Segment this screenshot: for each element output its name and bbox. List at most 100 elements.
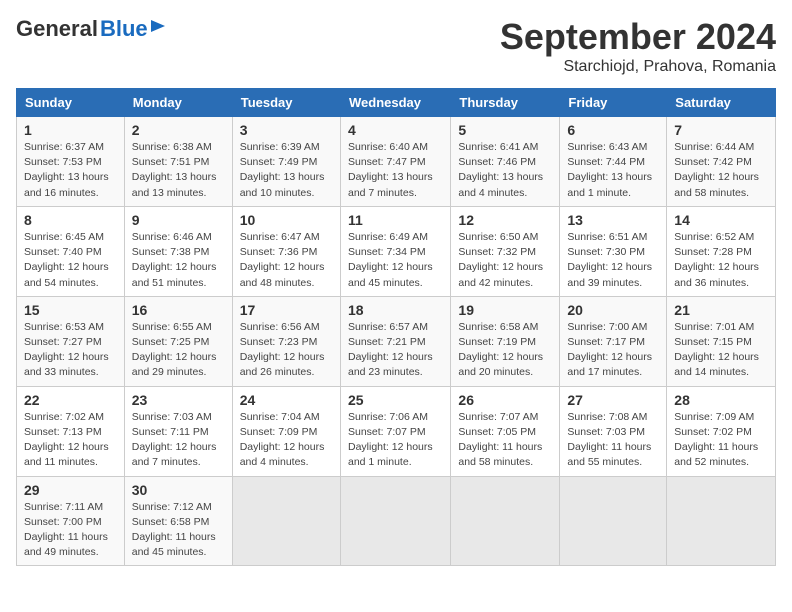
day-info: Sunrise: 6:45 AM Sunset: 7:40 PM Dayligh… <box>24 230 117 291</box>
day-info: Sunrise: 6:43 AM Sunset: 7:44 PM Dayligh… <box>567 140 659 201</box>
location-subtitle: Starchiojd, Prahova, Romania <box>500 58 776 76</box>
day-cell: 27 Sunrise: 7:08 AM Sunset: 7:03 PM Dayli… <box>560 386 667 476</box>
day-info: Sunrise: 7:11 AM Sunset: 7:00 PM Dayligh… <box>24 500 117 561</box>
day-number: 14 <box>674 212 768 228</box>
day-number: 2 <box>132 122 225 138</box>
header-monday: Monday <box>124 89 232 117</box>
day-number: 9 <box>132 212 225 228</box>
logo: General Blue <box>16 16 167 42</box>
day-info: Sunrise: 6:39 AM Sunset: 7:49 PM Dayligh… <box>240 140 333 201</box>
day-info: Sunrise: 6:44 AM Sunset: 7:42 PM Dayligh… <box>674 140 768 201</box>
day-number: 27 <box>567 392 659 408</box>
day-info: Sunrise: 6:37 AM Sunset: 7:53 PM Dayligh… <box>24 140 117 201</box>
month-title: September 2024 <box>500 16 776 58</box>
day-number: 13 <box>567 212 659 228</box>
day-number: 16 <box>132 302 225 318</box>
day-cell <box>667 476 776 566</box>
day-number: 19 <box>458 302 552 318</box>
day-number: 5 <box>458 122 552 138</box>
day-cell: 30 Sunrise: 7:12 AM Sunset: 6:58 PM Dayli… <box>124 476 232 566</box>
day-number: 18 <box>348 302 443 318</box>
day-info: Sunrise: 7:04 AM Sunset: 7:09 PM Dayligh… <box>240 410 333 471</box>
day-cell <box>340 476 450 566</box>
day-cell: 22Sunrise: 7:02 AM Sunset: 7:13 PM Dayli… <box>17 386 125 476</box>
day-cell <box>560 476 667 566</box>
day-info: Sunrise: 6:40 AM Sunset: 7:47 PM Dayligh… <box>348 140 443 201</box>
header-thursday: Thursday <box>451 89 560 117</box>
day-info: Sunrise: 6:57 AM Sunset: 7:21 PM Dayligh… <box>348 320 443 381</box>
week-row-4: 22Sunrise: 7:02 AM Sunset: 7:13 PM Dayli… <box>17 386 776 476</box>
day-number: 25 <box>348 392 443 408</box>
day-info: Sunrise: 7:03 AM Sunset: 7:11 PM Dayligh… <box>132 410 225 471</box>
day-number: 29 <box>24 482 117 498</box>
day-cell: 16 Sunrise: 6:55 AM Sunset: 7:25 PM Dayli… <box>124 296 232 386</box>
day-cell: 17 Sunrise: 6:56 AM Sunset: 7:23 PM Dayli… <box>232 296 340 386</box>
day-number: 12 <box>458 212 552 228</box>
day-cell: 24 Sunrise: 7:04 AM Sunset: 7:09 PM Dayli… <box>232 386 340 476</box>
day-number: 17 <box>240 302 333 318</box>
day-cell: 11Sunrise: 6:49 AM Sunset: 7:34 PM Dayli… <box>340 206 450 296</box>
week-row-3: 15 Sunrise: 6:53 AM Sunset: 7:27 PM Dayli… <box>17 296 776 386</box>
day-info: Sunrise: 6:52 AM Sunset: 7:28 PM Dayligh… <box>674 230 768 291</box>
header-sunday: Sunday <box>17 89 125 117</box>
day-info: Sunrise: 7:12 AM Sunset: 6:58 PM Dayligh… <box>132 500 225 561</box>
day-number: 1 <box>24 122 117 138</box>
day-info: Sunrise: 7:02 AM Sunset: 7:13 PM Dayligh… <box>24 410 117 471</box>
header-tuesday: Tuesday <box>232 89 340 117</box>
day-number: 24 <box>240 392 333 408</box>
day-number: 10 <box>240 212 333 228</box>
week-row-1: 1 Sunrise: 6:37 AM Sunset: 7:53 PM Daylig… <box>17 117 776 207</box>
day-cell: 2Sunrise: 6:38 AM Sunset: 7:51 PM Daylig… <box>124 117 232 207</box>
day-cell: 26Sunrise: 7:07 AM Sunset: 7:05 PM Dayli… <box>451 386 560 476</box>
day-cell: 21 Sunrise: 7:01 AM Sunset: 7:15 PM Dayli… <box>667 296 776 386</box>
page-header: General Blue September 2024 Starchiojd, … <box>16 16 776 76</box>
day-cell: 5Sunrise: 6:41 AM Sunset: 7:46 PM Daylig… <box>451 117 560 207</box>
day-cell: 9Sunrise: 6:46 AM Sunset: 7:38 PM Daylig… <box>124 206 232 296</box>
header-saturday: Saturday <box>667 89 776 117</box>
day-cell: 18 Sunrise: 6:57 AM Sunset: 7:21 PM Dayli… <box>340 296 450 386</box>
day-number: 20 <box>567 302 659 318</box>
day-cell: 20 Sunrise: 7:00 AM Sunset: 7:17 PM Dayli… <box>560 296 667 386</box>
day-info: Sunrise: 7:07 AM Sunset: 7:05 PM Dayligh… <box>458 410 552 471</box>
day-cell: 10Sunrise: 6:47 AM Sunset: 7:36 PM Dayli… <box>232 206 340 296</box>
title-block: September 2024 Starchiojd, Prahova, Roma… <box>500 16 776 76</box>
calendar-table: SundayMondayTuesdayWednesdayThursdayFrid… <box>16 88 776 566</box>
day-number: 28 <box>674 392 768 408</box>
week-row-5: 29 Sunrise: 7:11 AM Sunset: 7:00 PM Dayli… <box>17 476 776 566</box>
day-cell: 19 Sunrise: 6:58 AM Sunset: 7:19 PM Dayli… <box>451 296 560 386</box>
day-number: 4 <box>348 122 443 138</box>
day-cell: 14 Sunrise: 6:52 AM Sunset: 7:28 PM Dayli… <box>667 206 776 296</box>
day-cell: 4 Sunrise: 6:40 AM Sunset: 7:47 PM Daylig… <box>340 117 450 207</box>
day-cell: 28 Sunrise: 7:09 AM Sunset: 7:02 PM Dayli… <box>667 386 776 476</box>
day-number: 21 <box>674 302 768 318</box>
day-number: 3 <box>240 122 333 138</box>
day-number: 11 <box>348 212 443 228</box>
day-number: 7 <box>674 122 768 138</box>
day-cell <box>451 476 560 566</box>
day-info: Sunrise: 6:55 AM Sunset: 7:25 PM Dayligh… <box>132 320 225 381</box>
day-number: 15 <box>24 302 117 318</box>
day-number: 6 <box>567 122 659 138</box>
day-info: Sunrise: 7:06 AM Sunset: 7:07 PM Dayligh… <box>348 410 443 471</box>
day-cell: 15 Sunrise: 6:53 AM Sunset: 7:27 PM Dayli… <box>17 296 125 386</box>
day-number: 23 <box>132 392 225 408</box>
logo-arrow-icon <box>151 18 167 34</box>
header-wednesday: Wednesday <box>340 89 450 117</box>
day-info: Sunrise: 7:08 AM Sunset: 7:03 PM Dayligh… <box>567 410 659 471</box>
day-info: Sunrise: 6:53 AM Sunset: 7:27 PM Dayligh… <box>24 320 117 381</box>
day-info: Sunrise: 7:01 AM Sunset: 7:15 PM Dayligh… <box>674 320 768 381</box>
day-number: 30 <box>132 482 225 498</box>
day-cell: 25 Sunrise: 7:06 AM Sunset: 7:07 PM Dayli… <box>340 386 450 476</box>
day-cell: 12Sunrise: 6:50 AM Sunset: 7:32 PM Dayli… <box>451 206 560 296</box>
day-cell: 1 Sunrise: 6:37 AM Sunset: 7:53 PM Daylig… <box>17 117 125 207</box>
week-row-2: 8Sunrise: 6:45 AM Sunset: 7:40 PM Daylig… <box>17 206 776 296</box>
day-cell: 23 Sunrise: 7:03 AM Sunset: 7:11 PM Dayli… <box>124 386 232 476</box>
day-info: Sunrise: 6:58 AM Sunset: 7:19 PM Dayligh… <box>458 320 552 381</box>
day-info: Sunrise: 6:51 AM Sunset: 7:30 PM Dayligh… <box>567 230 659 291</box>
day-info: Sunrise: 7:00 AM Sunset: 7:17 PM Dayligh… <box>567 320 659 381</box>
day-info: Sunrise: 6:56 AM Sunset: 7:23 PM Dayligh… <box>240 320 333 381</box>
day-cell: 13 Sunrise: 6:51 AM Sunset: 7:30 PM Dayli… <box>560 206 667 296</box>
day-cell <box>232 476 340 566</box>
day-info: Sunrise: 7:09 AM Sunset: 7:02 PM Dayligh… <box>674 410 768 471</box>
day-cell: 8Sunrise: 6:45 AM Sunset: 7:40 PM Daylig… <box>17 206 125 296</box>
